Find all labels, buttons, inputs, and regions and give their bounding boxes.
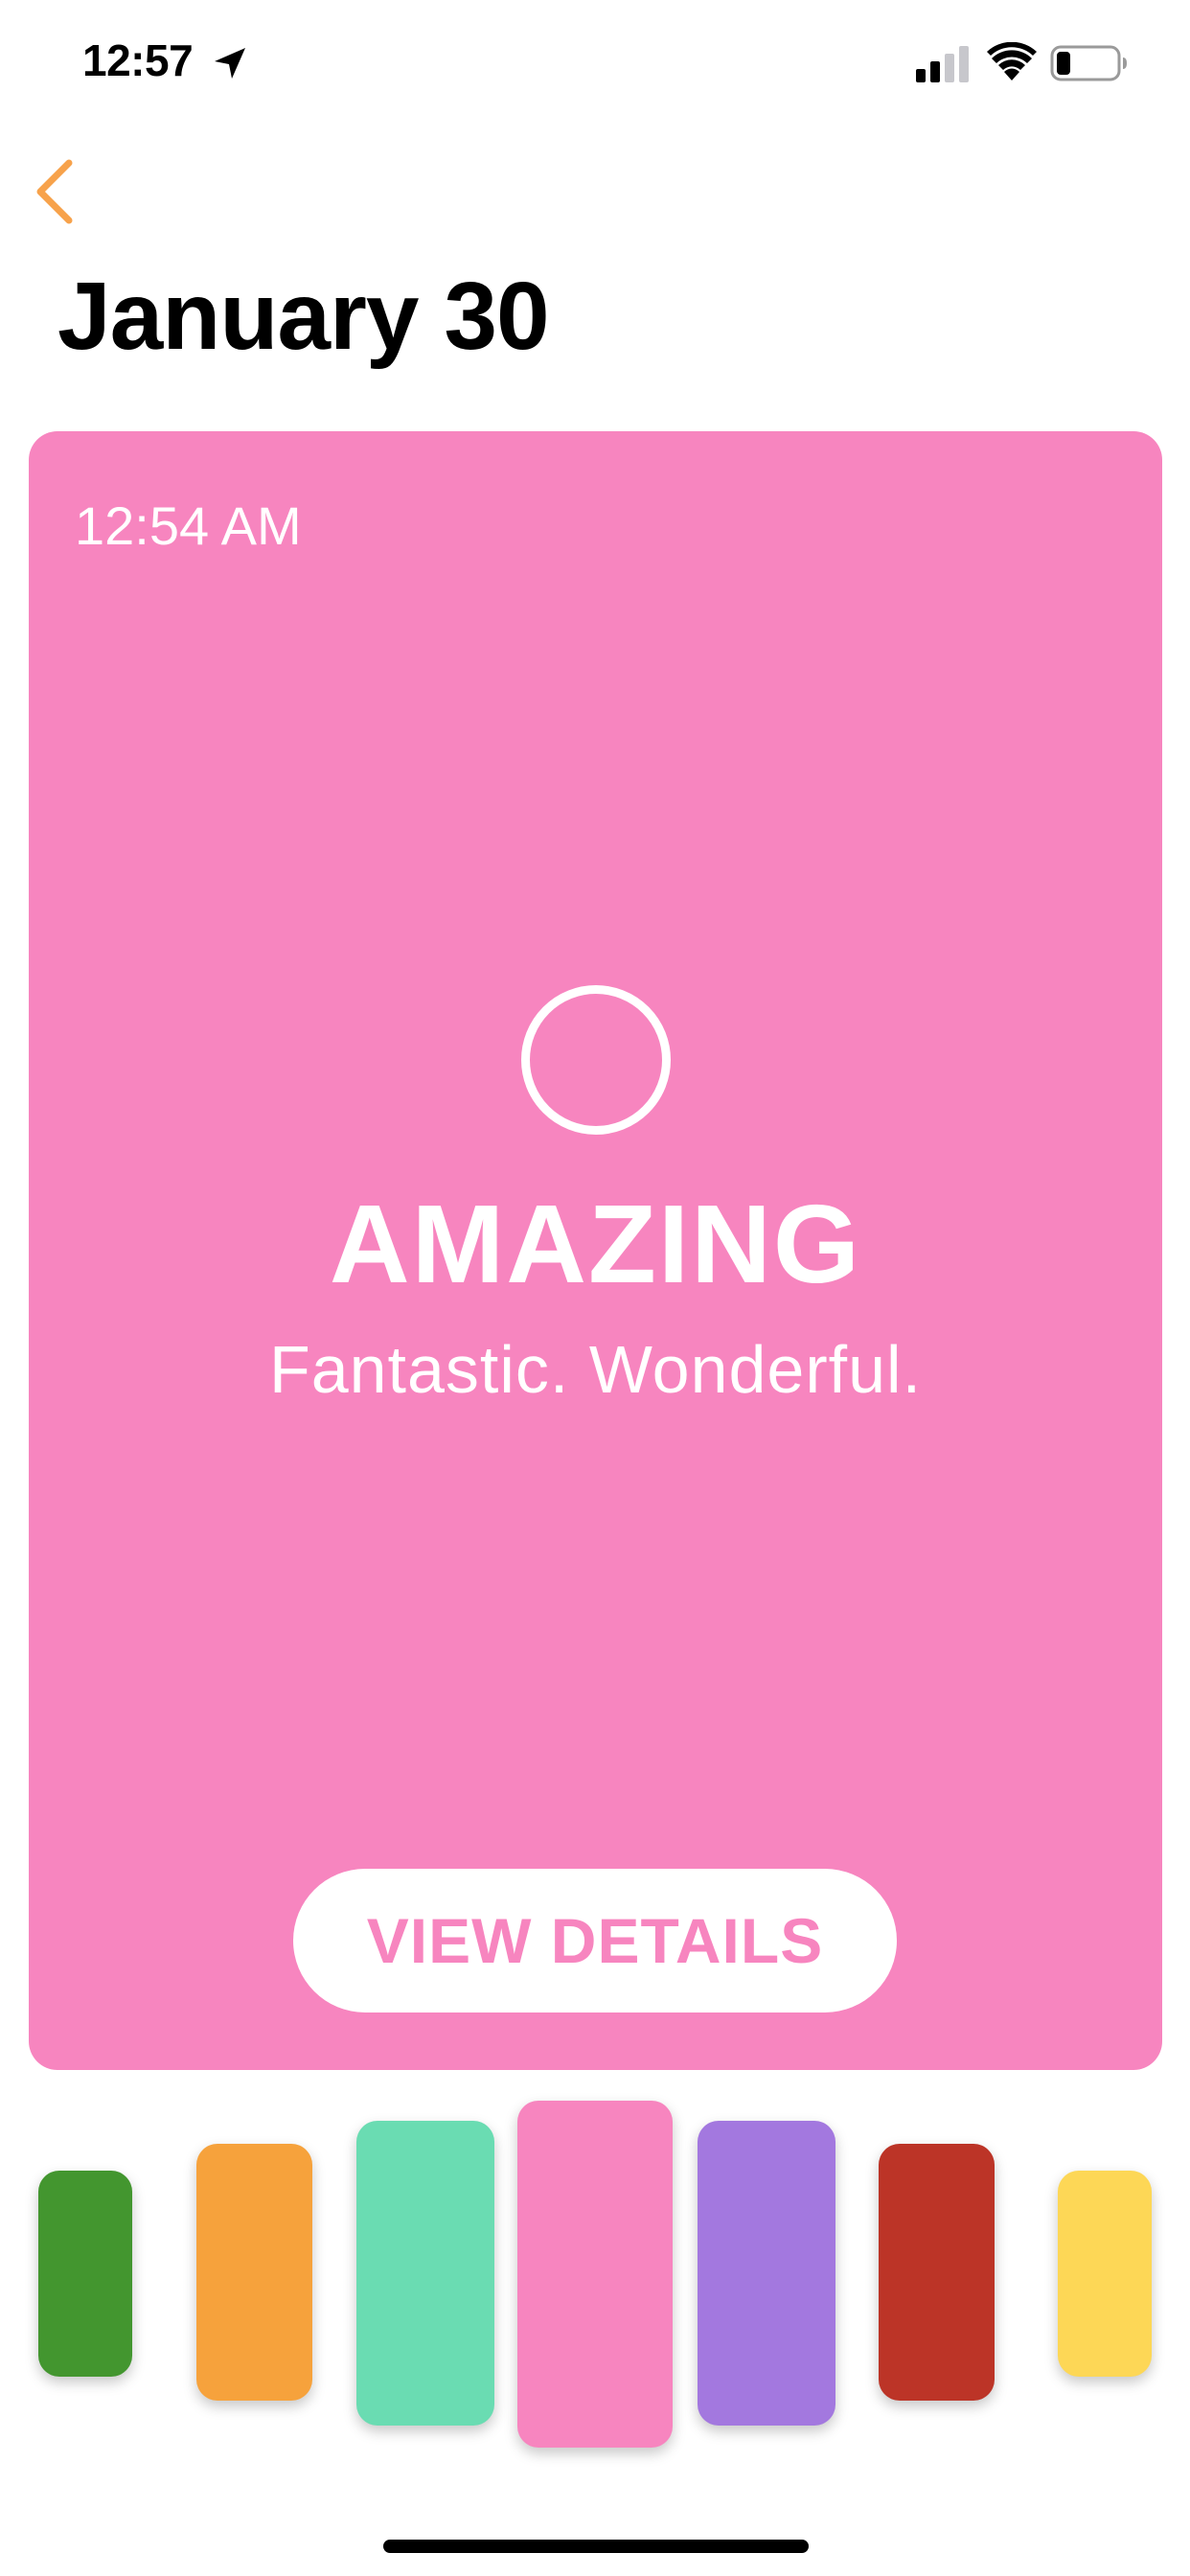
mood-color-selector [0, 2089, 1190, 2472]
swatch-purple[interactable] [698, 2121, 835, 2426]
status-time: 12:57 [82, 35, 194, 85]
location-arrow-icon [215, 48, 245, 79]
home-indicator[interactable] [383, 2540, 809, 2553]
mood-subtitle: Fantastic. Wonderful. [268, 1332, 923, 1407]
swatch-green[interactable] [38, 2171, 132, 2377]
swatch-yellow[interactable] [1058, 2171, 1152, 2377]
page-title: January 30 [57, 263, 550, 370]
view-details-button[interactable]: VIEW DETAILS [293, 1869, 897, 2012]
mood-title: AMAZING [329, 1182, 862, 1306]
swatch-red[interactable] [879, 2144, 995, 2401]
chevron-left-icon [36, 159, 73, 224]
entry-time: 12:54 AM [75, 495, 302, 556]
back-button[interactable] [29, 153, 86, 230]
status-bar: 12:57 [0, 0, 1190, 125]
swatch-teal[interactable] [356, 2121, 494, 2426]
swatch-pink-selected[interactable] [517, 2101, 673, 2448]
mood-circle-icon [521, 985, 671, 1135]
swatch-orange[interactable] [196, 2144, 312, 2401]
wifi-icon [987, 42, 1037, 80]
cellular-signal-icon [916, 46, 969, 82]
battery-icon [1050, 45, 1127, 81]
mood-card: 12:54 AM AMAZING Fantastic. Wonderful. V… [29, 431, 1162, 2070]
